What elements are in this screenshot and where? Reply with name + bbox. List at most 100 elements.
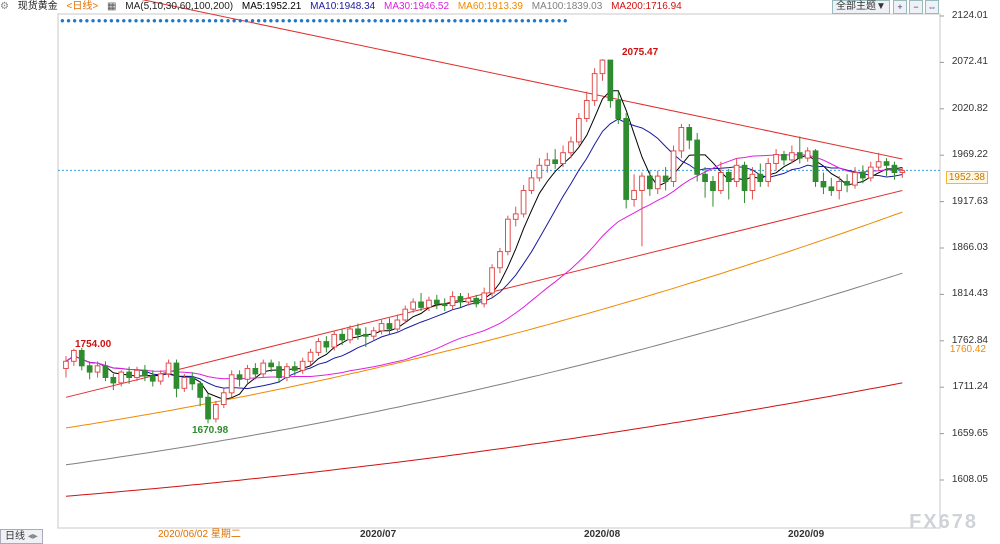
candle-body — [394, 319, 401, 330]
candle-body — [654, 175, 661, 190]
candle-body — [568, 141, 574, 154]
candle-body — [591, 73, 598, 102]
candle-body — [576, 118, 582, 143]
candle-body — [686, 127, 693, 141]
candle-body — [244, 368, 251, 380]
period-tab-label: 日线 — [5, 531, 25, 542]
candle-body — [852, 172, 858, 186]
candle-body — [268, 362, 274, 368]
candle-body — [789, 152, 795, 161]
candle-body — [804, 150, 811, 159]
y-tick-label: 1866.03 — [951, 242, 988, 253]
candle-body — [639, 175, 645, 192]
candle-body — [457, 296, 464, 303]
candle-body — [678, 127, 685, 152]
candle-body — [149, 375, 156, 382]
candlestick-chart[interactable] — [0, 0, 1000, 544]
candle-body — [694, 139, 700, 175]
ma100-value: MA100:1839.03 — [531, 1, 603, 12]
zoom-in-icon[interactable]: + — [893, 0, 907, 14]
y-tick-label: 1608.05 — [951, 474, 988, 485]
candle-body — [781, 154, 787, 161]
candle-body — [331, 333, 338, 348]
low-annotation: 1670.98 — [192, 425, 229, 436]
candle-body — [220, 392, 227, 405]
candle-body — [860, 172, 866, 179]
candle-body — [560, 152, 566, 164]
expand-icon[interactable]: ⇔ — [925, 0, 939, 14]
ma200-line — [65, 382, 903, 497]
ma60-price-tag: 1760.42 — [949, 344, 986, 355]
y-tick-label: 1659.65 — [951, 427, 988, 439]
candle-body — [891, 164, 898, 174]
candle-body — [315, 341, 322, 353]
candle-body — [773, 154, 779, 164]
candle-body — [623, 118, 629, 200]
candle-body — [173, 362, 180, 389]
candle-body — [599, 59, 606, 75]
period-tab[interactable]: 日线 ◂▸ — [0, 529, 43, 544]
candle-body — [291, 366, 298, 371]
candle-body — [228, 374, 235, 394]
y-tick-label: 2020.82 — [951, 102, 988, 114]
candle-body — [370, 330, 377, 337]
candle-body — [63, 360, 69, 369]
chart-area[interactable]: ⚙ 现货黄金 <日线> ▦ MA(5,10,30,60,100,200) MA5… — [0, 0, 1000, 544]
candle-body — [615, 100, 622, 119]
candle-body — [213, 404, 219, 420]
candle-body — [323, 341, 330, 348]
zoom-out-icon[interactable]: − — [909, 0, 923, 14]
indicator-icon[interactable]: ▦ — [107, 1, 116, 12]
candle-body — [820, 181, 827, 188]
candle-body — [836, 181, 842, 191]
candle-body — [339, 333, 345, 341]
candle-body — [434, 299, 440, 305]
candle-body — [126, 371, 133, 379]
theme-button[interactable]: 全部主题▼ — [832, 0, 890, 14]
candle-body — [418, 301, 424, 308]
period-label[interactable]: <日线> — [67, 1, 99, 12]
candle-body — [662, 175, 669, 183]
candle-body — [520, 190, 527, 215]
y-tick-label: 1711.24 — [952, 381, 988, 393]
candle-body — [355, 328, 361, 335]
candle-body — [828, 186, 835, 191]
ma60-line — [65, 211, 903, 429]
y-tick-label: 1814.43 — [951, 288, 988, 300]
candle-body — [94, 365, 101, 373]
candle-body — [71, 350, 77, 362]
candle-body — [118, 371, 125, 384]
candle-body — [307, 351, 314, 362]
candle-body — [78, 350, 85, 367]
candle-body — [607, 59, 614, 102]
settings-icon[interactable]: ⚙ — [0, 1, 9, 12]
tab-arrows-icon[interactable]: ◂▸ — [28, 531, 38, 542]
candle-body — [844, 181, 850, 186]
candle-body — [426, 299, 432, 308]
chart-header: ⚙ 现货黄金 <日线> ▦ MA(5,10,30,60,100,200) MA5… — [0, 0, 940, 14]
candle-body — [765, 163, 771, 182]
candle-body — [449, 296, 456, 307]
candle-body — [497, 251, 503, 269]
candle-body — [733, 164, 740, 183]
candle-body — [725, 172, 732, 182]
candle-body — [252, 368, 259, 375]
candle-body — [236, 374, 243, 380]
y-tick-label: 1917.63 — [951, 195, 988, 207]
candle-body — [544, 159, 551, 166]
candle-body — [528, 177, 535, 191]
candle-body — [205, 396, 211, 420]
candle-body — [402, 308, 409, 321]
symbol-name: 现货黄金 — [17, 1, 58, 12]
candle-body — [378, 323, 385, 332]
y-tick-label: 1969.22 — [951, 149, 988, 161]
candle-body — [165, 362, 172, 375]
candle-body — [299, 360, 306, 371]
ma5-line — [65, 90, 903, 401]
high-annotation: 2075.47 — [622, 47, 659, 58]
candle-body — [505, 218, 511, 253]
ma60-value: MA60:1913.39 — [457, 1, 523, 12]
candle-body — [875, 161, 882, 168]
candle-body — [347, 328, 353, 341]
candle-body — [197, 383, 204, 398]
